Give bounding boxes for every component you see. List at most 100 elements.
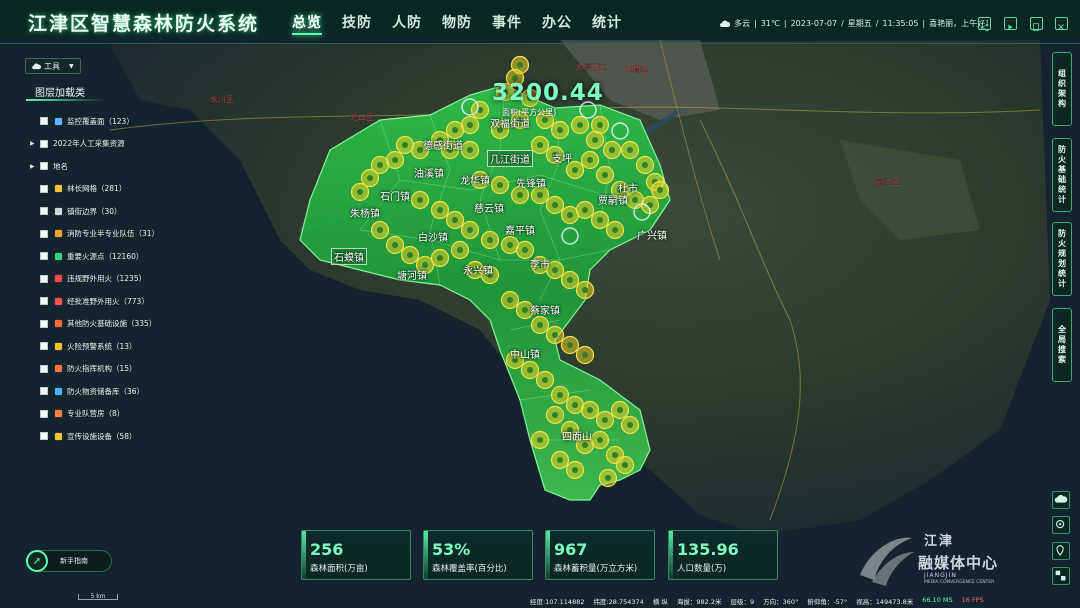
fire-point-marker-core bbox=[507, 297, 513, 303]
fire-point-marker-core bbox=[527, 367, 533, 373]
close-icon[interactable] bbox=[1055, 17, 1068, 30]
altitude: 海拔：982.2米 bbox=[676, 598, 722, 606]
town-label: 慈云镇 bbox=[474, 204, 504, 215]
layer-item[interactable]: 监控覆盖面（123） bbox=[30, 114, 134, 128]
layer-checkbox[interactable] bbox=[40, 184, 48, 193]
layer-checkbox[interactable] bbox=[40, 252, 48, 260]
newbie-guide-button[interactable]: ➚ 新手指南 bbox=[26, 550, 112, 572]
layer-item[interactable]: 宣传设施设备（58） bbox=[30, 429, 137, 443]
layer-checkbox[interactable] bbox=[40, 162, 48, 170]
town-label: 中山镇 bbox=[510, 350, 540, 361]
main-nav: 总览 技防 人防 物防 事件 办公 统计 bbox=[282, 12, 632, 35]
layer-item[interactable]: 林长网格（281） bbox=[30, 182, 126, 196]
nav-human-defense[interactable]: 人防 bbox=[382, 12, 432, 32]
town-label: 朱杨镇 bbox=[350, 209, 380, 220]
camera-icon[interactable] bbox=[1052, 516, 1070, 534]
layer-item[interactable]: 专业队营房（8） bbox=[30, 407, 124, 421]
fire-point-marker-core bbox=[605, 475, 611, 481]
stat-value: 53% bbox=[432, 540, 471, 559]
layer-item[interactable]: 镇街边界（30） bbox=[30, 204, 122, 218]
cloud-icon bbox=[32, 63, 41, 69]
side-tab-organization[interactable]: 组织架构 bbox=[1052, 52, 1072, 126]
fire-point-marker-core bbox=[557, 127, 563, 133]
app-title: 江津区智慧森林防火系统 bbox=[28, 13, 260, 35]
location-icon[interactable] bbox=[1052, 542, 1070, 560]
layer-checkbox[interactable] bbox=[40, 432, 48, 440]
fire-point-marker-core bbox=[587, 407, 593, 413]
layer-item[interactable]: 重要火源点（12160） bbox=[30, 249, 143, 263]
tools-dropdown[interactable]: 工具 ▼ bbox=[25, 58, 81, 74]
share-icon[interactable] bbox=[978, 17, 991, 32]
side-tab-global-search[interactable]: 全局搜索 bbox=[1052, 308, 1072, 382]
town-label: 几江街道 bbox=[487, 150, 533, 167]
layer-checkbox[interactable] bbox=[40, 207, 48, 215]
layer-label: 监控覆盖面（123） bbox=[67, 116, 134, 126]
layer-checkbox[interactable] bbox=[40, 387, 48, 395]
fire-point-marker-core bbox=[627, 422, 633, 428]
layer-item[interactable]: 违规野外用火（1235） bbox=[30, 272, 146, 286]
layer-label: 林长网格（281） bbox=[67, 184, 127, 193]
layer-item[interactable]: ▶ 2022年人工采集资源 bbox=[30, 137, 125, 151]
fire-point-marker-core bbox=[632, 197, 638, 203]
side-tab-planning-stats[interactable]: 防火规划统计 bbox=[1052, 222, 1072, 296]
chevron-right-icon[interactable]: ▶ bbox=[30, 163, 40, 170]
layer-checkbox[interactable] bbox=[40, 364, 48, 373]
play-icon[interactable] bbox=[1004, 17, 1017, 30]
layer-item[interactable]: ▶ 地名 bbox=[30, 159, 68, 173]
fire-point-marker-core bbox=[497, 182, 503, 188]
weather-text: 多云 bbox=[734, 19, 750, 28]
fire-point-marker-core bbox=[392, 242, 398, 248]
layer-item[interactable]: 防火指挥机构（15） bbox=[30, 362, 137, 376]
layer-checkbox[interactable] bbox=[40, 319, 48, 328]
map-status-bar: 经度:107.114882 纬度:28.754374 横 纵 海拔：982.2米… bbox=[530, 596, 984, 606]
layer-checkbox[interactable] bbox=[40, 297, 48, 305]
layer-item[interactable]: 其他防火基础设施（335） bbox=[30, 317, 156, 331]
town-label: 永兴镇 bbox=[463, 266, 493, 277]
fire-point-marker-core bbox=[642, 162, 648, 168]
layer-checkbox[interactable] bbox=[40, 139, 48, 148]
layer-label: 经批准野外用火（773） bbox=[67, 296, 149, 306]
fire-point-marker-core bbox=[552, 332, 558, 338]
side-tab-basic-stats[interactable]: 防火基础统计 bbox=[1052, 138, 1072, 212]
stat-label: 森林蓄积量(万立方米) bbox=[554, 564, 638, 574]
town-label: 油溪镇 bbox=[414, 169, 444, 180]
nav-office[interactable]: 办公 bbox=[532, 12, 582, 32]
fire-point-marker-core bbox=[572, 167, 578, 173]
layer-label: 地名 bbox=[53, 161, 68, 171]
nav-events[interactable]: 事件 bbox=[482, 12, 532, 32]
fire-point-marker-core bbox=[582, 352, 588, 358]
fire-point-marker-core bbox=[467, 147, 473, 153]
layer-item[interactable]: 防火物资储备库（36） bbox=[30, 384, 144, 398]
layer-checkbox[interactable] bbox=[40, 117, 48, 125]
fire-point-marker-core bbox=[597, 437, 603, 443]
layer-item[interactable]: 消防专业半专业队伍（31） bbox=[30, 227, 159, 241]
fire-point-marker-core bbox=[622, 462, 628, 468]
layer-item[interactable]: 经批准野外用火（773） bbox=[30, 294, 149, 308]
file-icon[interactable] bbox=[1030, 17, 1043, 31]
stat-label: 森林面积(万亩) bbox=[310, 564, 368, 574]
nav-material-defense[interactable]: 物防 bbox=[432, 12, 482, 32]
fire-point-marker-core bbox=[357, 189, 363, 195]
layer-checkbox[interactable] bbox=[40, 274, 48, 283]
layer-checkbox[interactable] bbox=[40, 229, 48, 238]
nav-overview[interactable]: 总览 bbox=[282, 12, 332, 35]
fire-point-marker-core bbox=[542, 377, 548, 383]
latitude: 纬度:28.754374 bbox=[593, 598, 644, 606]
layer-checkbox[interactable] bbox=[40, 409, 48, 418]
city-label: 永川区 bbox=[210, 94, 234, 104]
chevron-right-icon[interactable]: ▶ bbox=[30, 140, 40, 147]
nav-tech-defense[interactable]: 技防 bbox=[332, 12, 382, 32]
chevron-down-icon: ▼ bbox=[69, 62, 74, 70]
town-label: 石门镇 bbox=[380, 192, 410, 203]
layer-checkbox[interactable] bbox=[40, 342, 48, 350]
cloud-icon[interactable] bbox=[1052, 491, 1070, 509]
separator: / bbox=[841, 19, 844, 28]
layers-icon[interactable] bbox=[1052, 567, 1070, 585]
fire-point-marker-core bbox=[517, 192, 523, 198]
layer-item[interactable]: 火险预警系统（13） bbox=[30, 339, 137, 353]
watermark-line3: JIANGJIN bbox=[924, 572, 957, 579]
time: 11:35:05 bbox=[882, 19, 919, 28]
fire-point-marker-core bbox=[392, 157, 398, 163]
nav-statistics[interactable]: 统计 bbox=[582, 12, 632, 32]
fire-point-marker-core bbox=[557, 392, 563, 398]
